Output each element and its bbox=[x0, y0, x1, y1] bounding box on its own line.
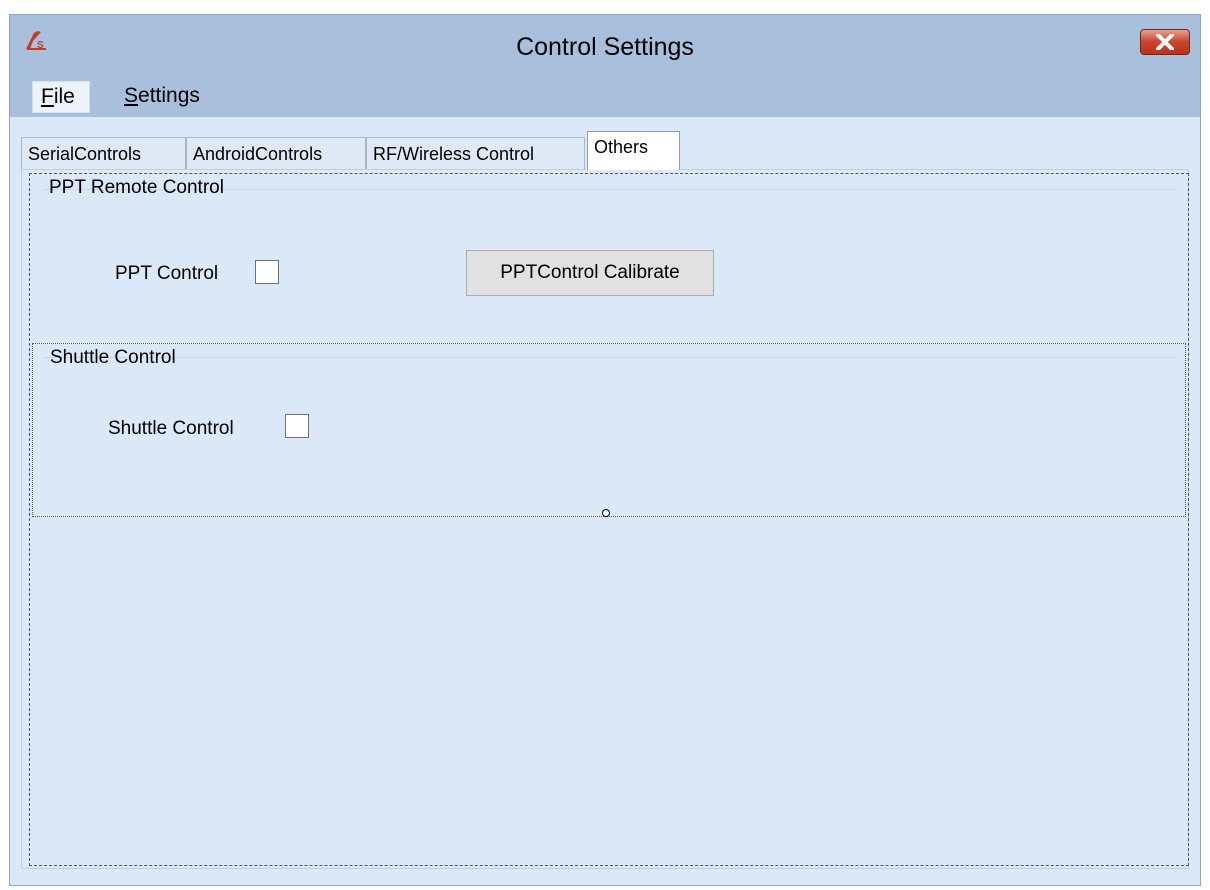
tab-others[interactable]: Others bbox=[587, 131, 680, 170]
ppt-control-checkbox[interactable] bbox=[255, 260, 279, 284]
ppt-remote-control-group: PPT Remote Control PPT Control PPTContro… bbox=[32, 174, 1186, 343]
title-bar[interactable]: S Control Settings bbox=[10, 15, 1200, 73]
menu-file-rest: ile bbox=[53, 85, 75, 108]
tab-serial-controls[interactable]: SerialControls bbox=[21, 137, 186, 169]
menu-settings[interactable]: Settings bbox=[116, 81, 208, 111]
tab-rf-wireless-control[interactable]: RF/Wireless Control bbox=[366, 137, 585, 169]
tab-android-controls[interactable]: AndroidControls bbox=[186, 137, 366, 169]
shuttle-control-checkbox[interactable] bbox=[285, 414, 309, 438]
group-divider bbox=[43, 357, 1175, 358]
close-button[interactable] bbox=[1140, 29, 1190, 55]
group-title-ppt: PPT Remote Control bbox=[49, 177, 224, 198]
ppt-control-calibrate-button[interactable]: PPTControl Calibrate bbox=[466, 250, 714, 296]
ppt-control-label: PPT Control bbox=[115, 263, 219, 284]
tab-panel-others: PPT Remote Control PPT Control PPTContro… bbox=[21, 169, 1189, 869]
layout-panel: PPT Remote Control PPT Control PPTContro… bbox=[29, 173, 1189, 866]
control-settings-window: S Control Settings File Settings SerialC… bbox=[9, 14, 1201, 886]
shuttle-control-group: Shuttle Control Shuttle Control bbox=[32, 343, 1186, 517]
menu-file-mnemonic: F bbox=[41, 85, 54, 108]
menu-file[interactable]: File bbox=[32, 81, 90, 113]
window-title: Control Settings bbox=[516, 33, 694, 61]
menu-settings-mnemonic: S bbox=[124, 84, 139, 107]
group-title-shuttle: Shuttle Control bbox=[50, 347, 176, 368]
menu-bar: File Settings bbox=[10, 73, 1200, 117]
close-icon bbox=[1156, 34, 1174, 50]
shuttle-control-label: Shuttle Control bbox=[108, 418, 234, 439]
resize-handle[interactable] bbox=[602, 509, 610, 517]
menu-settings-rest: ettings bbox=[138, 84, 200, 107]
